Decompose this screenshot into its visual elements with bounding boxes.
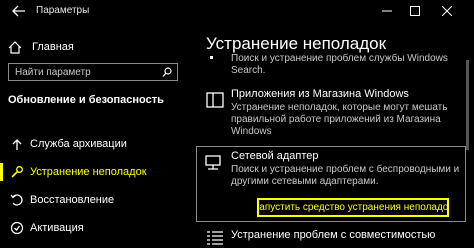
maximize-button[interactable] — [406, 3, 424, 19]
compatibility-icon — [207, 231, 223, 245]
backup-icon — [12, 139, 22, 150]
compatibility-troubleshooter[interactable]: Устранение проблем с совместимостью — [206, 226, 466, 248]
search-troubleshooter-desc-line2: Search. — [231, 65, 266, 76]
home-icon — [8, 40, 22, 54]
wrench-icon — [11, 166, 23, 178]
search-icon[interactable] — [162, 67, 172, 77]
store-apps-icon — [206, 92, 224, 108]
nav-home-label: Главная — [32, 41, 74, 53]
scrollbar[interactable] — [466, 60, 469, 150]
compatibility-title: Устранение проблем с совместимостью — [231, 229, 436, 241]
activation-icon — [10, 221, 24, 235]
active-indicator — [0, 163, 3, 181]
minimize-icon — [382, 10, 392, 12]
sidebar-item-recovery[interactable]: Восстановление — [0, 189, 184, 211]
sidebar-item-label: Восстановление — [30, 194, 115, 206]
sidebar-item-label: Служба архивации — [30, 138, 127, 150]
page-title: Устранение неполадок — [206, 34, 387, 53]
store-apps-troubleshooter[interactable]: Приложения из Магазина Windows Устранени… — [206, 88, 466, 144]
section-title: Обновление и безопасность — [8, 94, 164, 106]
nav-home[interactable]: Главная — [8, 39, 74, 55]
sidebar-item-label: Активация — [30, 222, 84, 234]
run-troubleshooter-button[interactable]: Запустить средство устранения неполадок — [257, 198, 449, 217]
back-arrow-icon[interactable] — [12, 5, 26, 17]
sidebar-item-backup[interactable]: Служба архивации — [0, 133, 184, 155]
search-troubleshooter-item[interactable]: Поиск и устранение проблем службы Window… — [231, 53, 466, 77]
window-title: Параметры — [36, 5, 90, 16]
close-button[interactable] — [438, 3, 456, 19]
minimize-button[interactable] — [378, 3, 396, 19]
sidebar-item-troubleshoot[interactable]: Устранение неполадок — [0, 161, 184, 183]
close-icon — [442, 6, 452, 16]
maximize-icon — [410, 6, 420, 16]
store-apps-title: Приложения из Магазина Windows — [231, 88, 409, 100]
search-input[interactable] — [9, 64, 163, 80]
sidebar: Главная Обновление и безопасность Служба… — [0, 22, 184, 248]
network-adapter-desc: Поиск и устранение проблем с беспроводны… — [231, 164, 460, 187]
title-bar: Параметры — [0, 0, 474, 22]
search-box — [8, 63, 178, 81]
store-apps-desc: Устранение неполадок, которые могут меша… — [231, 102, 448, 137]
network-adapter-title: Сетевой адаптер — [231, 150, 319, 162]
sidebar-item-label: Устранение неполадок — [30, 166, 147, 178]
main-content: Устранение неполадок Поиск и устранение … — [184, 22, 474, 248]
search-troubleshooter-desc-line1: Поиск и устранение проблем службы Window… — [231, 53, 448, 64]
recovery-icon — [10, 194, 23, 206]
network-adapter-icon — [205, 155, 221, 170]
search-troubleshooter-icon — [210, 56, 213, 59]
sidebar-item-activation[interactable]: Активация — [0, 217, 184, 239]
